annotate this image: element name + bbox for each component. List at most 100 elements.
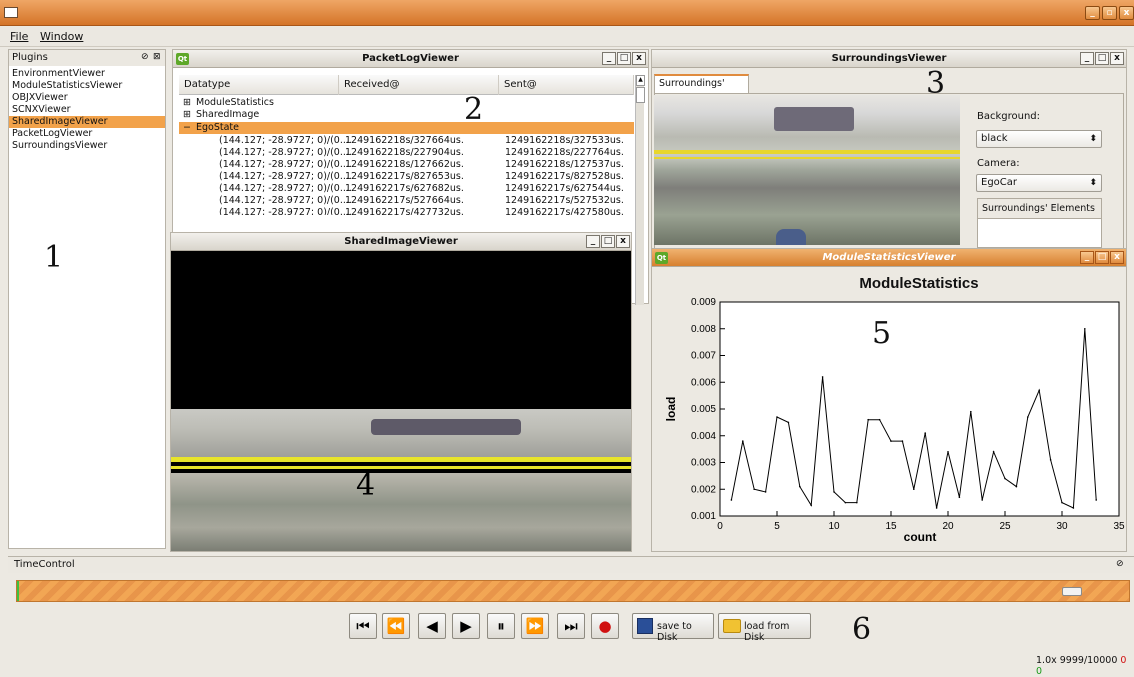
table-row[interactable]: (144.127; -28.9727; 0)/(0.... 1249162218s… (179, 135, 634, 147)
float-icon[interactable]: ⊘ (1116, 559, 1124, 569)
sharedimage-window: SharedImageViewer _ □ x (170, 232, 632, 552)
data-point (1095, 499, 1097, 501)
tab-surroundings-view[interactable]: Surroundings' View (654, 74, 749, 105)
plugin-item-objxviewer[interactable]: OBJXViewer (9, 92, 165, 104)
close-button[interactable]: x (1110, 251, 1124, 264)
menu-window[interactable]: Window (40, 30, 83, 43)
plugin-item-surroundingsviewer[interactable]: SurroundingsViewer (9, 140, 165, 152)
minimize-button[interactable]: _ (1080, 251, 1094, 264)
ok-count: 0 (1036, 666, 1043, 677)
data-point (787, 421, 790, 424)
plugin-item-environmentviewer[interactable]: EnvironmentViewer (9, 68, 165, 80)
scroll-thumb[interactable] (636, 87, 645, 103)
table-row[interactable]: (144.127; -28.9727; 0)/(0.... 1249162218s… (179, 159, 634, 171)
close-icon[interactable]: ⊠ (153, 52, 161, 62)
background-label: Background: (977, 111, 1041, 122)
minimize-button[interactable]: _ (1085, 6, 1100, 20)
minimize-button[interactable]: _ (1080, 52, 1094, 65)
plugin-item-packetlogviewer[interactable]: PacketLogViewer (9, 128, 165, 140)
timeline-slider[interactable] (16, 580, 1130, 602)
chart-title: ModuleStatistics (859, 275, 978, 292)
surroundings-titlebar: SurroundingsViewer _ □ x (652, 50, 1126, 68)
sharedimage-title: SharedImageViewer (344, 236, 458, 247)
record-button[interactable]: ● (591, 613, 619, 639)
x-tick-label: 5 (774, 521, 780, 532)
close-button[interactable]: x (616, 235, 630, 248)
frame-counter: 9999/10000 (1059, 655, 1118, 666)
skip-to-end-button[interactable]: ⏭ (557, 613, 585, 639)
plugin-item-modulestatisticsviewer[interactable]: ModuleStatisticsViewer (9, 80, 165, 92)
data-point (867, 418, 869, 421)
data-point (856, 501, 858, 504)
maximize-button[interactable]: □ (1095, 52, 1109, 65)
table-row[interactable]: (144.127; -28.9727; 0)/(0.... 1249162217s… (179, 195, 634, 207)
window-icon (4, 7, 18, 18)
callout-5: 5 (872, 316, 892, 351)
table-row[interactable]: (144.127; -28.9727; 0)/(0.... 1249162217s… (179, 171, 634, 183)
maximize-button[interactable]: □ (1095, 251, 1109, 264)
distant-building (371, 419, 521, 435)
surroundings-title: SurroundingsViewer (831, 53, 947, 64)
float-icon[interactable]: ⊘ (141, 52, 149, 62)
data-point (1004, 477, 1006, 480)
packetlog-titlebar: Qt PacketLogViewer _ □ x (173, 50, 648, 68)
maximize-button[interactable]: ▫ (1102, 6, 1117, 20)
plugins-panel: Plugins ⊘ ⊠ EnvironmentViewer ModuleStat… (8, 49, 166, 549)
table-row[interactable]: (144.127; -28.9727; 0)/(0.... 1249162217s… (179, 183, 634, 195)
minimize-button[interactable]: _ (586, 235, 600, 248)
scrollbar[interactable]: ▲ (635, 75, 645, 305)
sharedimage-titlebar: SharedImageViewer _ □ x (171, 233, 631, 251)
data-point (1084, 327, 1086, 330)
camera-select[interactable]: EgoCar ⬍ (976, 174, 1102, 192)
window-titlebar: _ ▫ x (0, 0, 1134, 26)
table-row[interactable]: (144.127; -28.9727; 0)/(0.... 1249162218s… (179, 147, 634, 159)
skip-to-start-button[interactable]: ⏮ (349, 613, 377, 639)
play-button[interactable]: ▶ (452, 613, 480, 639)
y-tick-label: 0.006 (691, 377, 716, 388)
callout-2: 2 (464, 92, 484, 127)
modulestats-titlebar: Qt ModuleStatisticsViewer _ □ x (652, 249, 1126, 267)
menu-file[interactable]: File (10, 30, 28, 43)
column-datatype[interactable]: Datatype (179, 75, 339, 95)
data-point (992, 451, 995, 453)
timeline-handle[interactable] (1061, 587, 1082, 596)
tree-group-modulestatistics[interactable]: ⊞ ModuleStatistics (179, 97, 634, 109)
data-point (958, 496, 961, 499)
rewind-button[interactable]: ⏪ (382, 613, 410, 639)
fast-forward-button[interactable]: ⏩ (521, 613, 549, 639)
surroundings-elements-label: Surroundings' Elements (978, 199, 1101, 219)
x-axis-label: count (904, 530, 937, 544)
close-button[interactable]: x (632, 52, 646, 65)
plugin-item-sharedimageviewer[interactable]: SharedImageViewer (9, 116, 165, 128)
tree-group-sharedimage[interactable]: ⊞ SharedImage (179, 109, 634, 121)
data-point (742, 440, 744, 442)
maximize-button[interactable]: □ (617, 52, 631, 65)
data-point (730, 499, 733, 501)
camera-label: Camera: (977, 158, 1020, 169)
modulestats-title: ModuleStatisticsViewer (822, 252, 956, 263)
timecontrol-header: TimeControl ⊘ (8, 556, 1134, 573)
surroundings-3d-view[interactable] (654, 95, 960, 245)
table-row[interactable]: (144.127; -28.9727; 0)/(0.... 1249162217s… (179, 207, 634, 215)
maximize-button[interactable]: □ (601, 235, 615, 248)
plugins-header: Plugins ⊘ ⊠ (9, 50, 165, 66)
y-tick-label: 0.001 (691, 511, 716, 522)
pause-button[interactable]: ⏸ (487, 613, 515, 639)
plugin-item-scnxviewer[interactable]: SCNXViewer (9, 104, 165, 116)
close-button[interactable]: x (1110, 52, 1124, 65)
data-point (890, 440, 892, 442)
x-tick-label: 25 (999, 521, 1011, 532)
x-tick-label: 20 (942, 521, 954, 532)
close-button[interactable]: x (1119, 6, 1134, 20)
minimize-button[interactable]: _ (602, 52, 616, 65)
load-from-disk-button[interactable]: load from Disk (718, 613, 811, 643)
y-tick-label: 0.007 (691, 351, 716, 362)
scroll-up-arrow[interactable]: ▲ (636, 75, 645, 86)
background-select[interactable]: black ⬍ (976, 130, 1102, 148)
save-to-disk-button[interactable]: save to Disk (632, 613, 714, 643)
step-back-button[interactable]: ◀ (418, 613, 446, 639)
tree-group-egostate[interactable]: − EgoState (179, 122, 634, 134)
plugins-title: Plugins (12, 52, 48, 63)
column-sent[interactable]: Sent@ (499, 75, 634, 95)
data-point (833, 491, 835, 493)
